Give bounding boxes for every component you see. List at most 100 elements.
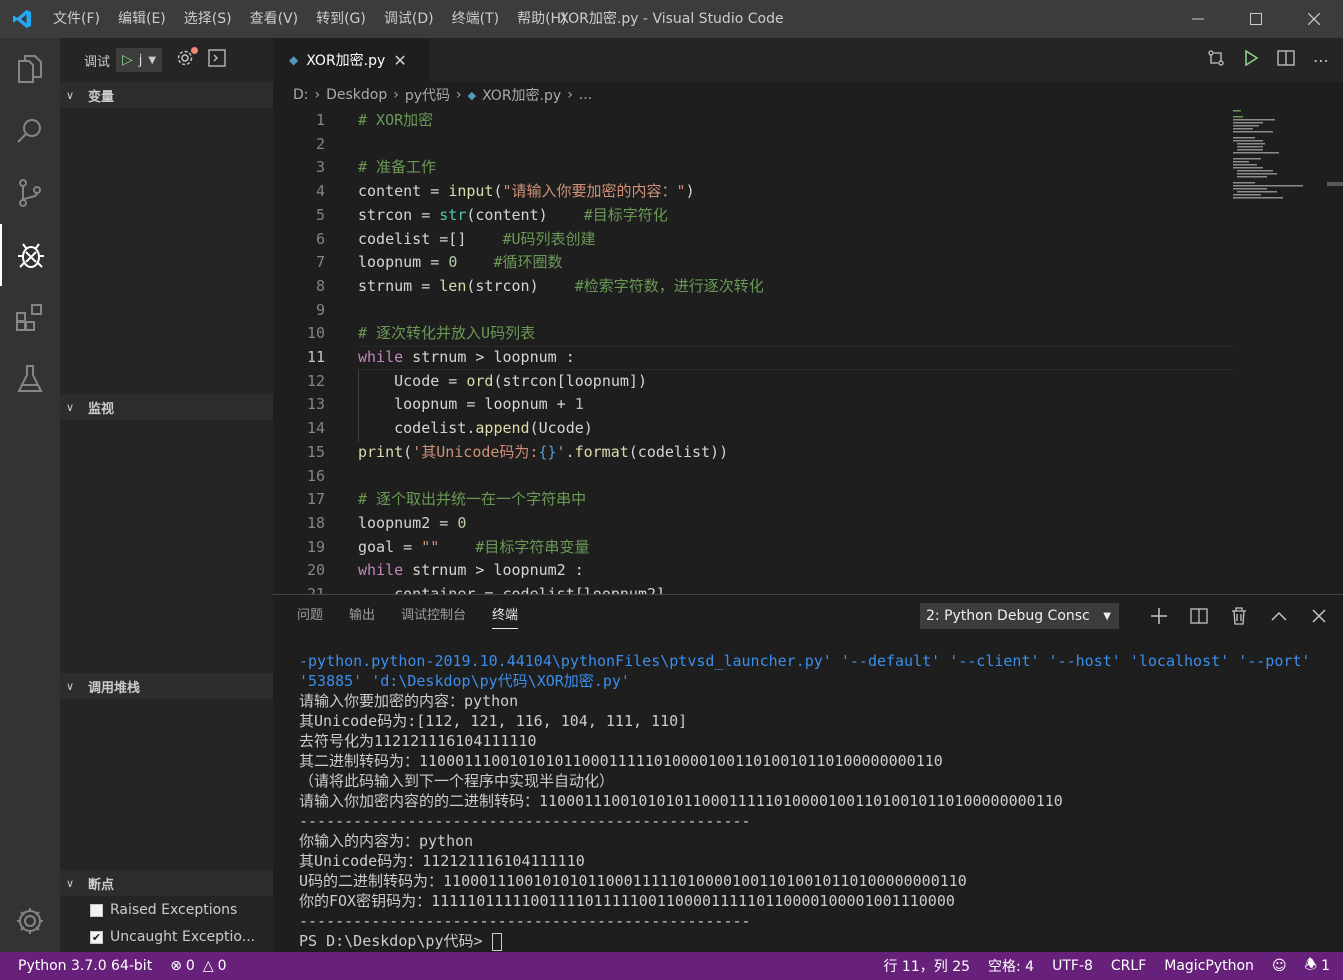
debug-sidebar: 调试 ▷ j ▼ ∨ 变量 ∨ 监视 ∨ 调用堆栈 ∨ 断点 Raised Except… [60,38,273,952]
indentation[interactable]: 空格: 4 [979,956,1043,976]
close-window-button[interactable] [1285,0,1343,38]
menu-file[interactable]: 文件(F) [44,0,109,38]
line-number: 14 [306,419,325,438]
menu-terminal[interactable]: 终端(T) [443,0,508,38]
menu-view[interactable]: 查看(V) [241,0,308,38]
chevron-down-icon: ∨ [66,679,75,693]
code-line: goal = "" #目标字符串变量 [358,537,590,556]
code-line: print('其Unicode码为:{}'.format(codelist)) [358,442,729,461]
line-number: 15 [306,442,325,461]
line-number: 2 [315,134,325,153]
code-line: strnum = len(strcon) #检索字符数，进行逐次转化 [358,276,764,295]
warning-count: 0 [217,958,227,974]
line-number: 4 [315,182,325,201]
tab-xor-py[interactable]: ◆ XOR加密.py ✕ [273,38,430,82]
editor-scrollbar[interactable] [1327,182,1343,186]
line-number: 5 [315,205,325,224]
settings-gear-icon[interactable] [0,890,60,952]
panel-actions [1139,595,1339,637]
kill-terminal-icon[interactable] [1219,607,1259,625]
tab-terminal[interactable]: 终端 [492,595,519,637]
line-number: 16 [306,466,325,485]
split-editor-icon[interactable] [1277,49,1295,71]
section-breakpoints[interactable]: ∨ 断点 [60,870,273,896]
language-mode[interactable]: MagicPython [1155,958,1263,974]
breakpoint-item[interactable]: ✔ Uncaught Exceptio... [90,929,255,945]
menu-debug[interactable]: 调试(D) [375,0,443,38]
end-of-line[interactable]: CRLF [1102,958,1155,974]
notification-count: 1 [1321,958,1330,974]
menu-selection[interactable]: 选择(S) [175,0,241,38]
new-terminal-icon[interactable] [1139,608,1179,624]
breadcrumb-item[interactable]: py代码 [405,85,450,105]
breadcrumb-item[interactable]: D: [293,87,309,103]
editor-tab-bar: ◆ XOR加密.py ✕ ⋯ [273,38,1343,82]
terminal-cursor [491,932,502,951]
breadcrumb-item[interactable]: ... [579,87,592,103]
breakpoint-checkbox[interactable]: ✔ [90,930,103,944]
breakpoint-label: Raised Exceptions [110,902,238,918]
run-file-icon[interactable] [1243,49,1259,70]
code-editor[interactable]: 1 # XOR加密 2 3 # 准备工作 4 content = input("请输入你要加… [273,108,1343,594]
code-line: container = codelist[loopnum2] [358,585,666,594]
breakpoint-checkbox[interactable] [90,903,103,917]
source-control-icon[interactable] [0,162,60,224]
debug-config-select[interactable]: ▷ j ▼ [116,48,163,72]
minimap[interactable] [1231,108,1321,208]
breadcrumb-item[interactable]: Deskdop [326,87,387,103]
terminal-selector-value: 2: Python Debug Consc [926,608,1090,624]
files-icon[interactable] [0,38,60,100]
code-line: # 准备工作 [358,158,437,177]
code-line: Ucode = ord(strcon[loopnum]) [358,371,647,390]
tab-debug-console[interactable]: 调试控制台 [401,595,466,637]
breadcrumb-item[interactable]: XOR加密.py [482,85,561,105]
encoding[interactable]: UTF-8 [1043,958,1102,974]
start-debug-icon[interactable]: ▷ [122,52,133,68]
section-callstack[interactable]: ∨ 调用堆栈 [60,673,273,699]
feedback-smiley-icon[interactable]: ☺ [1263,958,1296,974]
terminal-selector[interactable]: 2: Python Debug Consc ▼ [920,603,1119,629]
terminal-line: （请将此码输入到下一个程序中实现半自动化） [299,772,615,790]
chevron-right-icon: › [456,87,462,103]
terminal-line: 去符号化为112121116104111110 [299,732,537,750]
line-number: 21 [306,585,325,594]
vscode-logo-icon [0,0,44,38]
breakpoint-item[interactable]: Raised Exceptions [90,902,237,918]
code-line: # 逐次转化并放入U码列表 [358,324,536,343]
debug-settings-icon[interactable] [176,47,199,71]
code-line: loopnum = loopnum + 1 [358,395,584,414]
chevron-right-icon: › [567,87,573,103]
chevron-down-icon: ∨ [66,88,75,102]
debug-icon[interactable] [0,224,60,286]
search-icon[interactable] [0,100,60,162]
extensions-icon[interactable] [0,286,60,348]
code-line: codelist =[] #U码列表创建 [358,229,596,248]
split-terminal-icon[interactable] [1179,607,1219,625]
close-panel-icon[interactable] [1299,609,1339,623]
terminal-line: -python.python-2019.10.44104\pythonFiles… [299,652,1311,670]
line-number: 20 [306,561,325,580]
notifications[interactable]: 🕭︎ 1 [1296,954,1339,978]
cursor-position[interactable]: 行 11，列 25 [874,956,979,976]
section-watch[interactable]: ∨ 监视 [60,394,273,420]
minimize-button[interactable] [1169,0,1227,38]
problems-indicator[interactable]: ⊗ 0 △ 0 [161,958,235,974]
more-actions-icon[interactable]: ⋯ [1313,51,1329,70]
menu-go[interactable]: 转到(G) [307,0,375,38]
maximize-panel-icon[interactable] [1259,610,1299,622]
compare-changes-icon[interactable] [1207,49,1225,71]
python-interpreter[interactable]: Python 3.7.0 64-bit [0,958,161,974]
tab-output[interactable]: 输出 [349,595,375,637]
section-variables[interactable]: ∨ 变量 [60,82,273,108]
terminal-output[interactable]: -python.python-2019.10.44104\pythonFiles… [299,651,1329,951]
line-number: 6 [315,229,325,248]
tab-problems[interactable]: 问题 [297,595,323,637]
close-tab-icon[interactable]: ✕ [393,51,406,70]
maximize-button[interactable] [1227,0,1285,38]
menu-help[interactable]: 帮助(H) [508,0,575,38]
tab-label: XOR加密.py [306,53,386,69]
debug-console-icon[interactable] [208,49,226,71]
test-flask-icon[interactable] [0,348,60,410]
menu-edit[interactable]: 编辑(E) [109,0,175,38]
chevron-right-icon: › [314,87,321,103]
